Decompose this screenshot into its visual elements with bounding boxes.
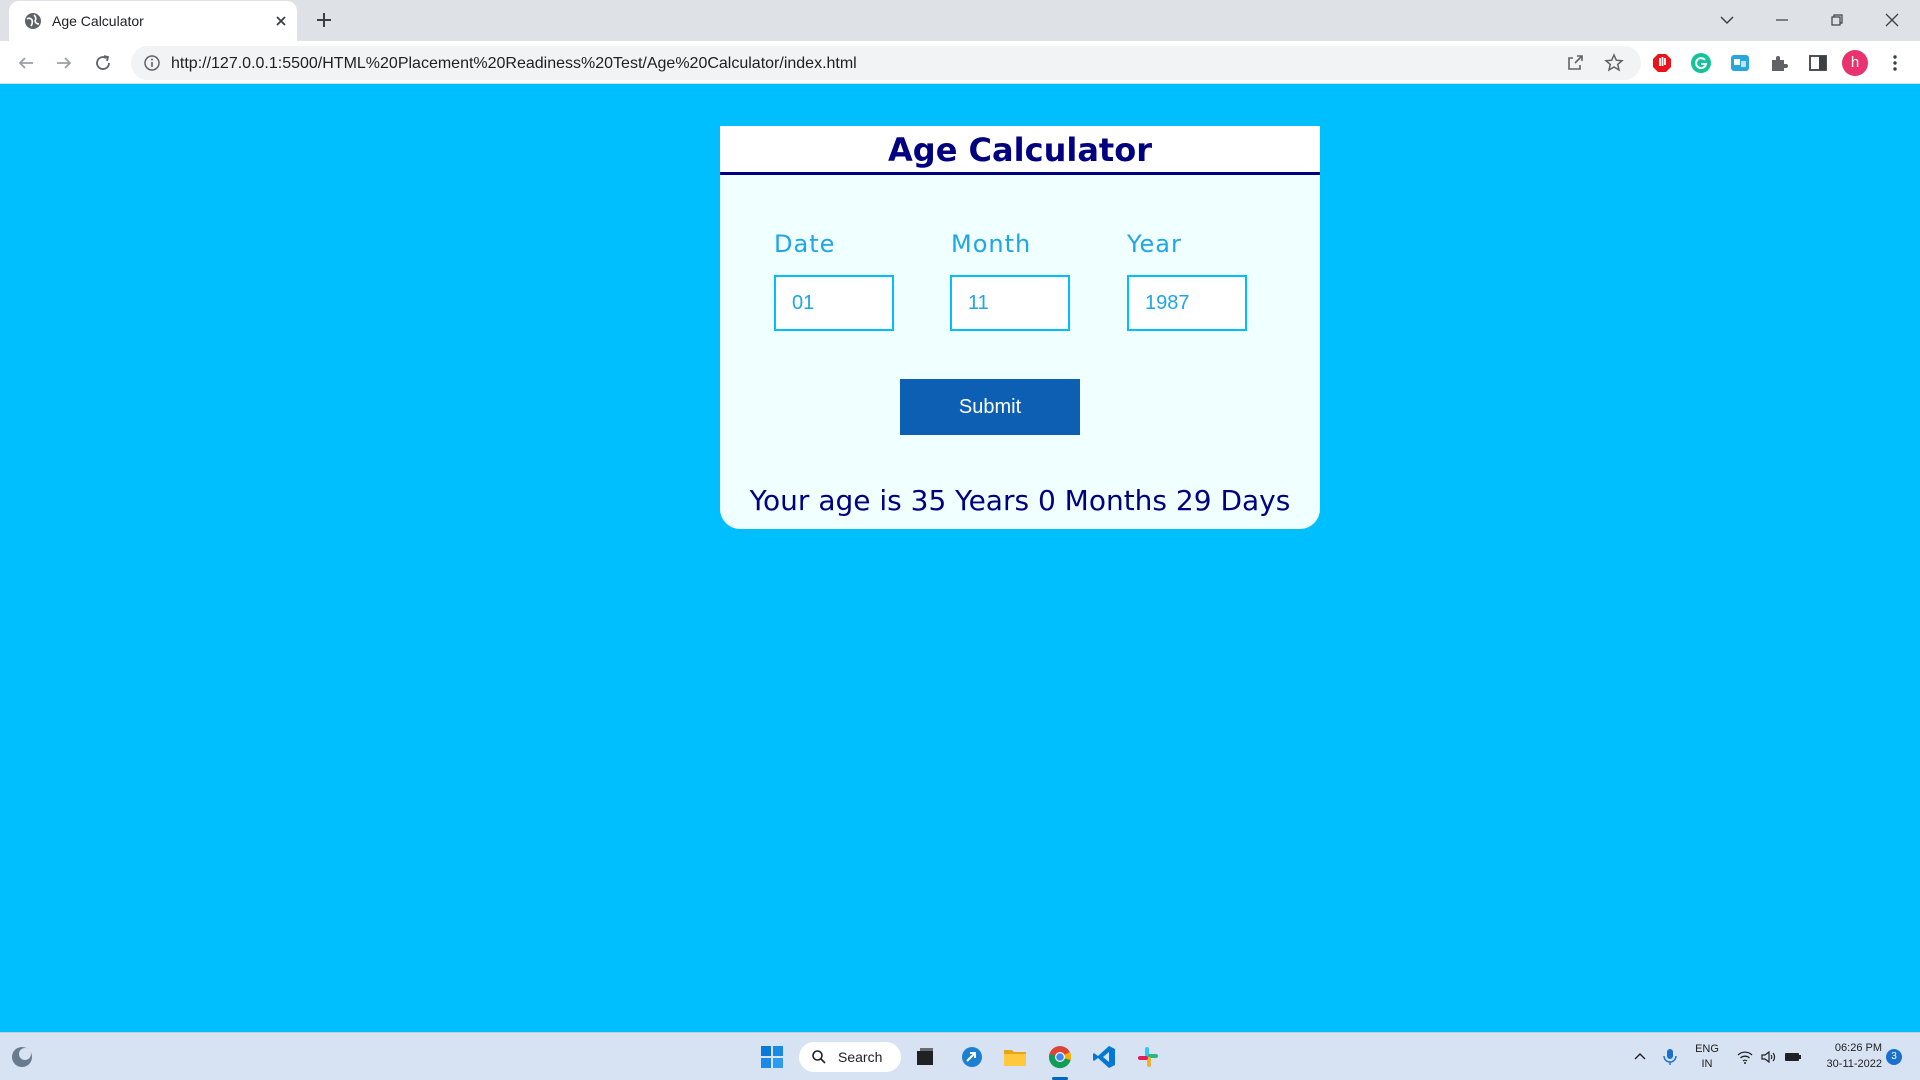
extensions-puzzle-icon[interactable] xyxy=(1767,51,1791,75)
battery-icon[interactable] xyxy=(1783,1048,1803,1066)
vscode-icon[interactable] xyxy=(1090,1043,1118,1071)
slack-icon[interactable] xyxy=(1134,1043,1162,1071)
taskbar: Search ENG IN 06:26 PM 30-11-2022 3 xyxy=(0,1032,1920,1080)
menu-dots-icon[interactable] xyxy=(1883,51,1907,75)
adblock-extension-icon[interactable] xyxy=(1650,51,1674,75)
browser-tab-active[interactable]: Age Calculator xyxy=(9,1,297,41)
browser-toolbar: http://127.0.0.1:5500/HTML%20Placement%2… xyxy=(0,41,1920,84)
page-title: Age Calculator xyxy=(888,131,1152,169)
chrome-icon[interactable] xyxy=(1046,1043,1074,1071)
globe-icon xyxy=(25,13,41,29)
search-label: Search xyxy=(838,1049,883,1065)
reload-icon[interactable] xyxy=(91,51,115,75)
task-view-icon[interactable] xyxy=(911,1043,939,1071)
clock-time[interactable]: 06:26 PM xyxy=(1812,1042,1882,1054)
notification-badge[interactable]: 3 xyxy=(1886,1049,1902,1065)
minimize-icon[interactable] xyxy=(1767,5,1797,35)
back-arrow-icon[interactable] xyxy=(14,51,38,75)
wifi-icon[interactable] xyxy=(1736,1048,1754,1066)
new-tab-icon[interactable] xyxy=(313,9,335,31)
bookmark-star-icon[interactable] xyxy=(1602,51,1626,75)
volume-icon[interactable] xyxy=(1759,1048,1777,1066)
share-icon[interactable] xyxy=(1563,51,1587,75)
widgets-weather-icon[interactable] xyxy=(8,1043,36,1071)
card-header: Age Calculator xyxy=(720,126,1320,175)
submit-button[interactable]: Submit xyxy=(900,379,1080,435)
address-bar[interactable]: http://127.0.0.1:5500/HTML%20Placement%2… xyxy=(131,46,1641,80)
edge-browser-icon[interactable] xyxy=(958,1043,986,1071)
month-label: Month xyxy=(951,230,1032,258)
clock-date[interactable]: 30-11-2022 xyxy=(1812,1058,1882,1070)
tab-search-chevron-icon[interactable] xyxy=(1712,5,1742,35)
age-result-text: Your age is 35 Years 0 Months 29 Days xyxy=(749,484,1291,517)
window-close-icon[interactable] xyxy=(1877,5,1907,35)
taskbar-search[interactable]: Search xyxy=(799,1042,901,1072)
translate-extension-icon[interactable] xyxy=(1728,51,1752,75)
year-input[interactable] xyxy=(1127,275,1247,331)
url-text: http://127.0.0.1:5500/HTML%20Placement%2… xyxy=(171,55,857,72)
date-input[interactable] xyxy=(774,275,894,331)
profile-avatar[interactable]: h xyxy=(1842,50,1868,76)
year-label: Year xyxy=(1127,230,1182,258)
forward-arrow-icon[interactable] xyxy=(52,51,76,75)
restore-icon[interactable] xyxy=(1822,5,1852,35)
start-windows-icon[interactable] xyxy=(758,1043,786,1071)
age-calculator-card: Age Calculator Date Month Year Submit Yo… xyxy=(720,126,1320,529)
date-label: Date xyxy=(774,230,836,258)
tab-title: Age Calculator xyxy=(52,13,144,29)
chevron-up-icon[interactable] xyxy=(1632,1049,1648,1065)
grammarly-extension-icon[interactable] xyxy=(1689,51,1713,75)
microphone-icon[interactable] xyxy=(1661,1047,1679,1067)
region-label[interactable]: IN xyxy=(1692,1058,1722,1070)
site-info-icon[interactable] xyxy=(143,54,161,72)
file-explorer-icon[interactable] xyxy=(1001,1043,1029,1071)
language-label[interactable]: ENG xyxy=(1692,1043,1722,1055)
month-input[interactable] xyxy=(950,275,1070,331)
close-icon[interactable] xyxy=(271,11,291,31)
search-icon xyxy=(812,1050,826,1064)
side-panel-icon[interactable] xyxy=(1806,51,1830,75)
browser-tab-strip: Age Calculator xyxy=(0,0,1920,41)
